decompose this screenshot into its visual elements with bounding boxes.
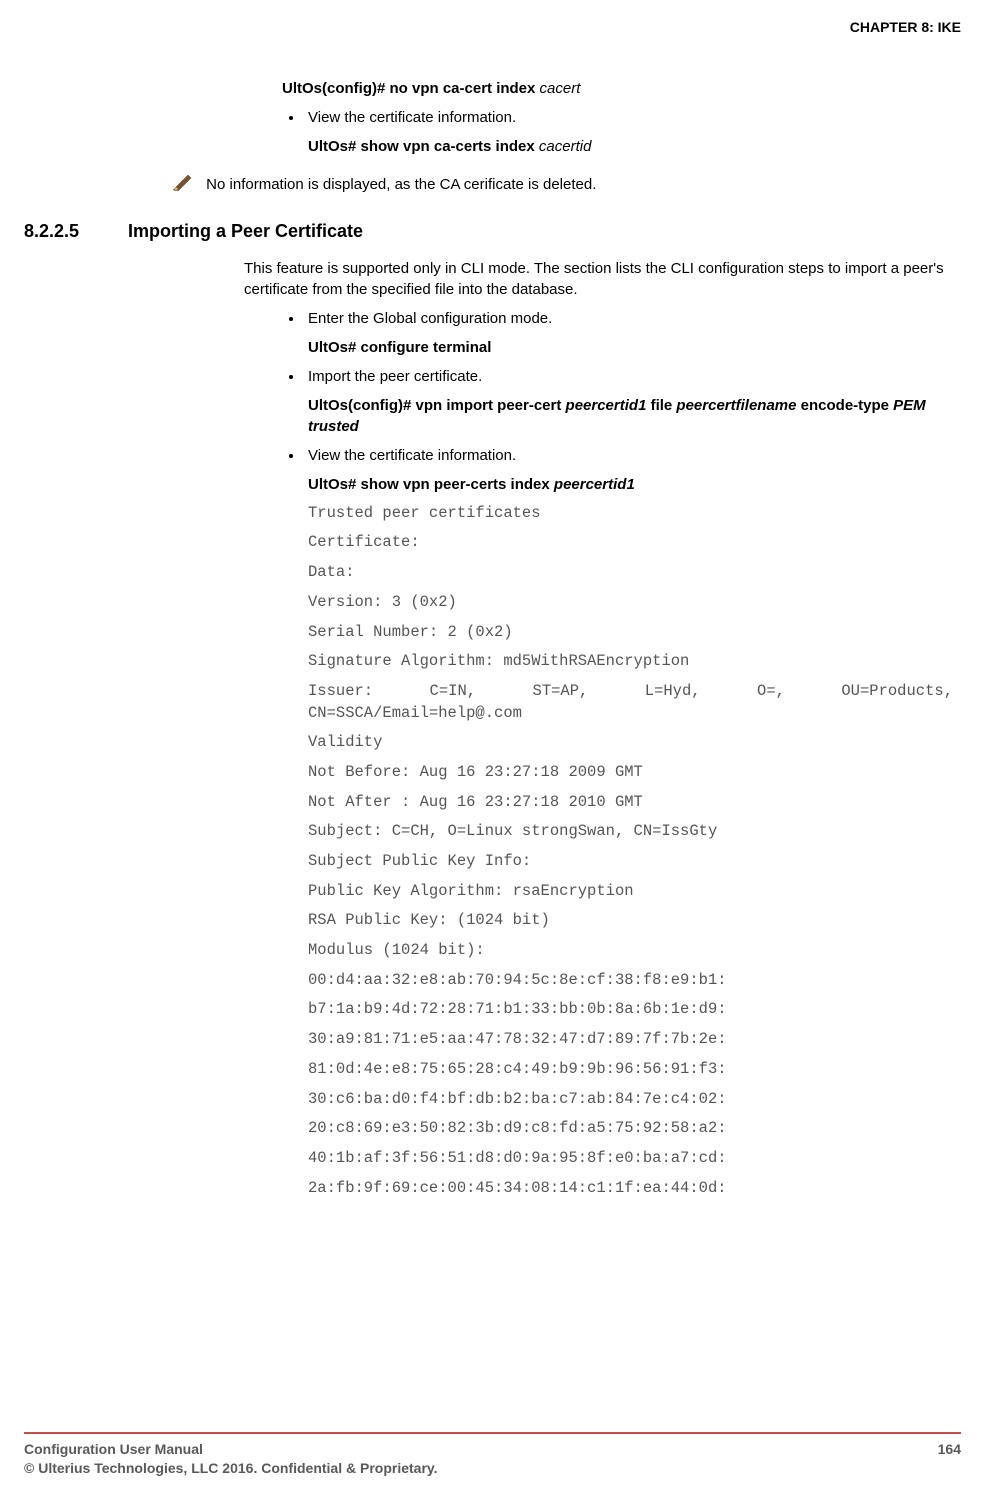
- output-line: Serial Number: 2 (0x2): [308, 622, 953, 644]
- cmd-arg: peercertfilename: [676, 397, 796, 414]
- bullet-text: View the certificate information.: [308, 447, 516, 464]
- pre-section: UltOs(config)# no vpn ca-cert index cace…: [282, 78, 953, 157]
- output-line: Public Key Algorithm: rsaEncryption: [308, 881, 953, 903]
- output-line: Trusted peer certificates: [308, 503, 953, 525]
- output-line: b7:1a:b9:4d:72:28:71:b1:33:bb:0b:8a:6b:1…: [308, 999, 953, 1021]
- output-line: Subject: C=CH, O=Linux strongSwan, CN=Is…: [308, 821, 953, 843]
- section-title: Importing a Peer Certificate: [128, 219, 363, 244]
- output-line: Modulus (1024 bit):: [308, 940, 953, 962]
- footer-left: Configuration User Manual © Ulterius Tec…: [24, 1440, 438, 1479]
- cmd-arg: peercertid1: [554, 476, 635, 493]
- cmd-text: UltOs(config)# no vpn ca-cert index: [282, 80, 540, 97]
- output-line: 40:1b:af:3f:56:51:d8:d0:9a:95:8f:e0:ba:a…: [308, 1148, 953, 1170]
- output-line: Data:: [308, 562, 953, 584]
- cmd-no-vpn-ca-cert: UltOs(config)# no vpn ca-cert index cace…: [282, 78, 953, 99]
- output-line: Signature Algorithm: md5WithRSAEncryptio…: [308, 651, 953, 673]
- command-output: Trusted peer certificates Certificate: D…: [308, 503, 953, 1200]
- bullet-text: Enter the Global configuration mode.: [308, 310, 552, 327]
- list-item: Enter the Global configuration mode. Ult…: [304, 308, 953, 358]
- cmd-show-ca-certs: UltOs# show vpn ca-certs index cacertid: [308, 136, 953, 157]
- output-line: Version: 3 (0x2): [308, 592, 953, 614]
- page-footer: Configuration User Manual © Ulterius Tec…: [24, 1432, 961, 1479]
- output-line: 30:a9:81:71:e5:aa:47:78:32:47:d7:89:7f:7…: [308, 1029, 953, 1051]
- section-intro: This feature is supported only in CLI mo…: [244, 258, 953, 300]
- output-line: Validity: [308, 732, 953, 754]
- note-text: No information is displayed, as the CA c…: [206, 176, 596, 193]
- cmd-arg: cacertid: [539, 138, 592, 155]
- output-line: Certificate:: [308, 532, 953, 554]
- output-line: 81:0d:4e:e8:75:65:28:c4:49:b9:9b:96:56:9…: [308, 1059, 953, 1081]
- steps-list: Enter the Global configuration mode. Ult…: [282, 308, 953, 1200]
- cmd-text: file: [646, 397, 676, 414]
- cmd-text: UltOs# show vpn peer-certs index: [308, 476, 554, 493]
- chapter-header: CHAPTER 8: IKE: [24, 18, 961, 38]
- cmd-text: UltOs(config)# vpn import peer-cert: [308, 397, 566, 414]
- page-number: 164: [938, 1440, 961, 1479]
- output-line: 30:c6:ba:d0:f4:bf:db:b2:ba:c7:ab:84:7e:c…: [308, 1089, 953, 1111]
- section-number: 8.2.2.5: [24, 219, 128, 244]
- list-item: View the certificate information. UltOs#…: [304, 107, 953, 157]
- footer-copyright: © Ulterius Technologies, LLC 2016. Confi…: [24, 1459, 438, 1479]
- output-line: Subject Public Key Info:: [308, 851, 953, 873]
- cmd-show-peer-certs: UltOs# show vpn peer-certs index peercer…: [308, 474, 953, 495]
- output-line: 2a:fb:9f:69:ce:00:45:34:08:14:c1:1f:ea:4…: [308, 1178, 953, 1200]
- cmd-import-peer-cert: UltOs(config)# vpn import peer-cert peer…: [308, 395, 953, 437]
- cmd-text: UltOs# show vpn ca-certs index: [308, 138, 539, 155]
- output-line: 20:c8:69:e3:50:82:3b:d9:c8:fd:a5:75:92:5…: [308, 1118, 953, 1140]
- pencil-icon: [172, 173, 196, 197]
- note-row: No information is displayed, as the CA c…: [172, 173, 961, 197]
- footer-title: Configuration User Manual: [24, 1440, 438, 1460]
- steps-block: Enter the Global configuration mode. Ult…: [282, 308, 953, 1200]
- pre-bullet-list: View the certificate information. UltOs#…: [282, 107, 953, 157]
- cmd-text: encode-type: [796, 397, 893, 414]
- output-line: 00:d4:aa:32:e8:ab:70:94:5c:8e:cf:38:f8:e…: [308, 970, 953, 992]
- output-line: Not Before: Aug 16 23:27:18 2009 GMT: [308, 762, 953, 784]
- section-heading: 8.2.2.5 Importing a Peer Certificate: [24, 219, 961, 244]
- list-item: View the certificate information. UltOs#…: [304, 445, 953, 1200]
- bullet-text: View the certificate information.: [308, 109, 516, 126]
- cmd-arg: peercertid1: [566, 397, 647, 414]
- cmd-configure-terminal: UltOs# configure terminal: [308, 337, 953, 358]
- cmd-arg: cacert: [540, 80, 581, 97]
- output-line: RSA Public Key: (1024 bit): [308, 910, 953, 932]
- bullet-text: Import the peer certificate.: [308, 368, 482, 385]
- list-item: Import the peer certificate. UltOs(confi…: [304, 366, 953, 437]
- output-line: Not After : Aug 16 23:27:18 2010 GMT: [308, 792, 953, 814]
- output-line: Issuer: C=IN, ST=AP, L=Hyd, O=, OU=Produ…: [308, 681, 953, 724]
